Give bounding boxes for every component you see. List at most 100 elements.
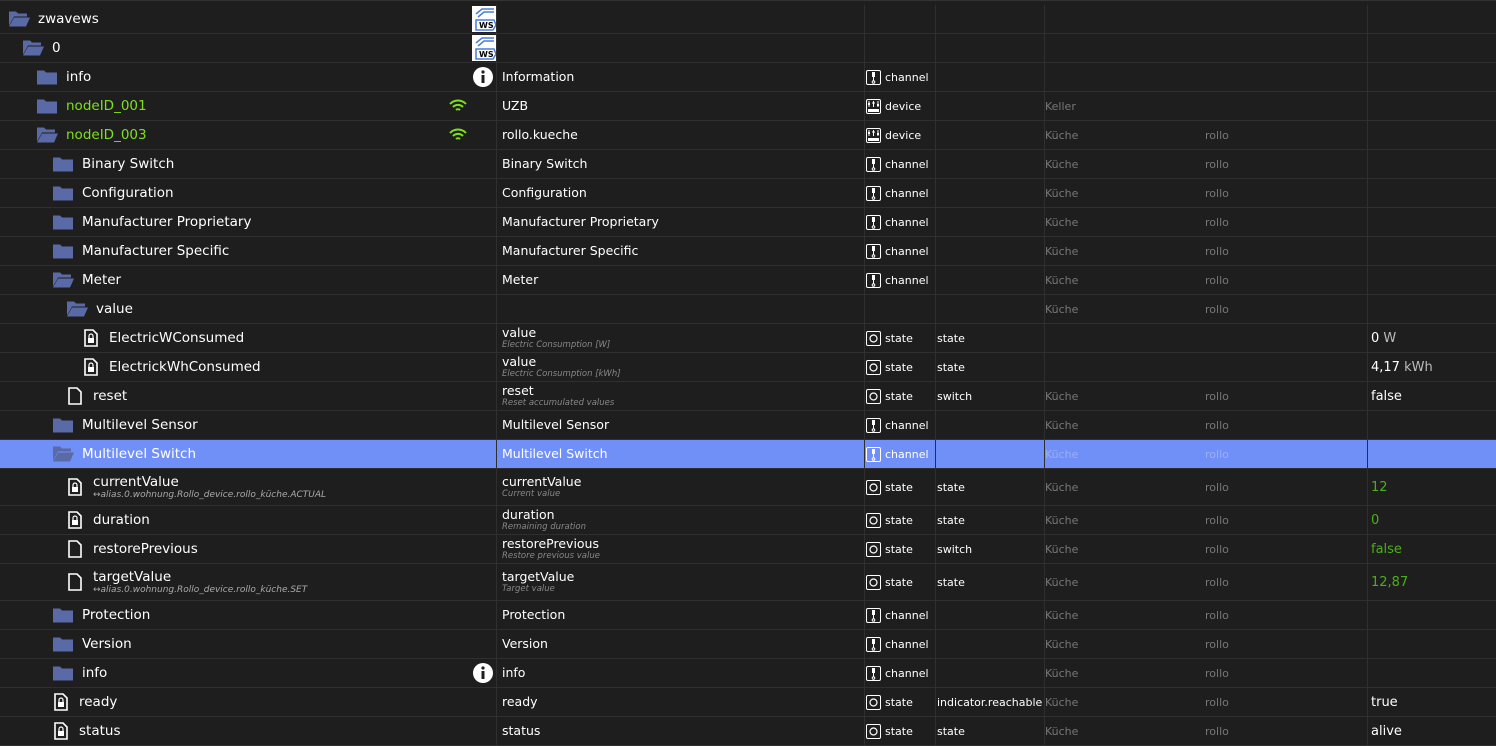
object-value[interactable]: 0 xyxy=(1371,331,1379,346)
value-cell[interactable] xyxy=(1368,92,1496,120)
file-icon[interactable] xyxy=(68,573,82,591)
alias-link[interactable]: ↔alias.0.wohnung.Rollo_device.rollo_küch… xyxy=(93,490,326,500)
tree-row[interactable]: ElectrickWhConsumed value Electric Consum… xyxy=(0,353,1496,382)
value-cell[interactable] xyxy=(1368,266,1496,294)
function-cell[interactable] xyxy=(1205,5,1368,33)
room-cell[interactable]: Küche xyxy=(1045,506,1205,534)
object-name[interactable]: info xyxy=(82,665,107,681)
value-cell[interactable] xyxy=(1368,63,1496,91)
value-cell[interactable] xyxy=(1368,34,1496,62)
function-cell[interactable]: rollo xyxy=(1205,121,1368,149)
tree-row[interactable]: Manufacturer Specific Manufacturer Speci… xyxy=(0,237,1496,266)
room-cell[interactable]: Küche xyxy=(1045,630,1205,658)
room-cell[interactable]: Küche xyxy=(1045,150,1205,178)
object-value[interactable]: false xyxy=(1371,389,1402,404)
object-name[interactable]: Configuration xyxy=(82,185,174,201)
file-lock-icon[interactable] xyxy=(54,693,68,711)
room-cell[interactable]: Küche xyxy=(1045,440,1205,468)
object-name[interactable]: status xyxy=(79,723,120,739)
object-value[interactable]: 4,17 xyxy=(1371,360,1400,375)
tree-row[interactable]: Manufacturer Proprietary Manufacturer Pr… xyxy=(0,208,1496,237)
object-name[interactable]: Multilevel Switch xyxy=(82,446,196,462)
room-cell[interactable]: Küche xyxy=(1045,208,1205,236)
tree-row[interactable]: 0 WS xyxy=(0,34,1496,63)
function-cell[interactable]: rollo xyxy=(1205,535,1368,563)
tree-row[interactable]: zwavews WS xyxy=(0,5,1496,34)
value-cell[interactable]: false xyxy=(1368,535,1496,563)
function-cell[interactable]: rollo xyxy=(1205,237,1368,265)
room-cell[interactable]: Küche xyxy=(1045,179,1205,207)
value-cell[interactable] xyxy=(1368,630,1496,658)
value-cell[interactable]: true xyxy=(1368,688,1496,716)
room-cell[interactable]: Küche xyxy=(1045,266,1205,294)
function-cell[interactable]: rollo xyxy=(1205,630,1368,658)
object-value[interactable]: 0 xyxy=(1371,513,1379,528)
file-lock-icon[interactable] xyxy=(84,329,98,347)
room-cell[interactable] xyxy=(1045,63,1205,91)
file-lock-icon[interactable] xyxy=(54,722,68,740)
function-cell[interactable] xyxy=(1205,63,1368,91)
folder-open-icon[interactable] xyxy=(66,301,88,318)
object-name[interactable]: Manufacturer Proprietary xyxy=(82,214,251,230)
tree-row[interactable]: currentValue ↔alias.0.wohnung.Rollo_devi… xyxy=(0,469,1496,506)
value-cell[interactable] xyxy=(1368,179,1496,207)
function-cell[interactable] xyxy=(1205,353,1368,381)
file-lock-icon[interactable] xyxy=(68,478,82,496)
folder-icon[interactable] xyxy=(52,214,74,231)
folder-icon[interactable] xyxy=(36,69,58,86)
room-cell[interactable]: Küche xyxy=(1045,237,1205,265)
function-cell[interactable]: rollo xyxy=(1205,659,1368,687)
function-cell[interactable]: rollo xyxy=(1205,717,1368,745)
tree-row[interactable]: reset reset Reset accumulated values state… xyxy=(0,382,1496,411)
tree-row[interactable]: value Küche rollo xyxy=(0,295,1496,324)
function-cell[interactable]: rollo xyxy=(1205,150,1368,178)
value-cell[interactable] xyxy=(1368,237,1496,265)
tree-row[interactable]: Multilevel Switch Multilevel Switch chann… xyxy=(0,440,1496,469)
value-cell[interactable] xyxy=(1368,150,1496,178)
object-value[interactable]: 12 xyxy=(1371,480,1388,495)
object-value[interactable]: 12,87 xyxy=(1371,575,1408,590)
room-cell[interactable] xyxy=(1045,34,1205,62)
room-cell[interactable] xyxy=(1045,5,1205,33)
value-cell[interactable] xyxy=(1368,208,1496,236)
function-cell[interactable]: rollo xyxy=(1205,208,1368,236)
function-cell[interactable] xyxy=(1205,92,1368,120)
function-cell[interactable]: rollo xyxy=(1205,506,1368,534)
room-cell[interactable]: Küche xyxy=(1045,469,1205,505)
folder-open-icon[interactable] xyxy=(36,127,58,144)
object-name[interactable]: nodeID_003 xyxy=(66,127,147,143)
alias-link[interactable]: ↔alias.0.wohnung.Rollo_device.rollo_küch… xyxy=(93,585,307,595)
folder-icon[interactable] xyxy=(52,417,74,434)
value-cell[interactable] xyxy=(1368,5,1496,33)
object-name[interactable]: Multilevel Sensor xyxy=(82,417,198,433)
tree-row[interactable]: Protection Protection channel Küche rollo xyxy=(0,601,1496,630)
file-icon[interactable] xyxy=(68,540,82,558)
value-cell[interactable] xyxy=(1368,411,1496,439)
tree-row[interactable]: info Information channel xyxy=(0,63,1496,92)
folder-icon[interactable] xyxy=(36,98,58,115)
value-cell[interactable]: alive xyxy=(1368,717,1496,745)
folder-open-icon[interactable] xyxy=(52,272,74,289)
function-cell[interactable]: rollo xyxy=(1205,295,1368,323)
folder-open-icon[interactable] xyxy=(8,11,30,28)
object-name[interactable]: ElectrickWhConsumed xyxy=(109,359,261,375)
room-cell[interactable]: Küche xyxy=(1045,688,1205,716)
value-cell[interactable]: false xyxy=(1368,382,1496,410)
tree-row[interactable]: targetValue ↔alias.0.wohnung.Rollo_devic… xyxy=(0,564,1496,601)
object-name[interactable]: Protection xyxy=(82,607,150,623)
object-name[interactable]: ready xyxy=(79,694,117,710)
tree-row[interactable]: Binary Switch Binary Switch channel Küche r… xyxy=(0,150,1496,179)
value-cell[interactable] xyxy=(1368,121,1496,149)
function-cell[interactable] xyxy=(1205,324,1368,352)
object-value[interactable]: alive xyxy=(1371,724,1402,739)
tree-row[interactable]: restorePrevious restorePrevious Restore p… xyxy=(0,535,1496,564)
object-name[interactable]: zwavews xyxy=(38,11,99,27)
value-cell[interactable] xyxy=(1368,601,1496,629)
file-lock-icon[interactable] xyxy=(68,511,82,529)
room-cell[interactable]: Küche xyxy=(1045,121,1205,149)
tree-row[interactable]: nodeID_001 UZB device Keller xyxy=(0,92,1496,121)
folder-icon[interactable] xyxy=(52,185,74,202)
tree-row[interactable]: ElectricWConsumed value Electric Consumpt… xyxy=(0,324,1496,353)
function-cell[interactable]: rollo xyxy=(1205,469,1368,505)
value-cell[interactable] xyxy=(1368,440,1496,468)
